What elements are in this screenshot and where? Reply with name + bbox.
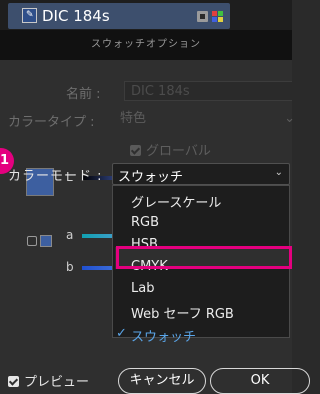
preview-label: プレビュー — [24, 375, 90, 390]
global-checkbox[interactable] — [130, 145, 141, 156]
menu-item-web-safe-rgb[interactable]: Web セーフ RGB — [131, 303, 234, 322]
swatch-list-bar: ✎ DIC 184s — [0, 0, 292, 30]
gamut-swatch[interactable] — [40, 235, 52, 247]
lab-a-slider[interactable] — [82, 234, 112, 238]
chevron-down-icon: ⌄ — [274, 167, 283, 178]
preview-checkbox-row[interactable]: プレビュー — [8, 371, 89, 390]
cmyk-highlight-box — [116, 246, 292, 269]
preview-checkbox[interactable] — [8, 376, 19, 387]
swatch-row-selected[interactable]: ✎ DIC 184s — [8, 3, 230, 29]
menu-item-rgb[interactable]: RGB — [131, 215, 159, 230]
lab-b-slider[interactable] — [82, 266, 112, 270]
color-model-icon — [212, 11, 223, 22]
menu-item-swatch-label: スウォッチ — [131, 330, 197, 345]
pencil-icon: ✎ — [26, 10, 34, 20]
color-mode-select[interactable]: スウォッチ ⌄ — [112, 163, 290, 185]
chevron-down-icon: ⌄ — [284, 111, 295, 126]
ok-button[interactable]: OK — [210, 368, 310, 394]
checkmark-icon: ✓ — [116, 326, 127, 341]
color-type-label: カラータイプ : — [8, 115, 95, 130]
out-of-gamut-cube-icon[interactable] — [27, 236, 37, 246]
dialog-title: スウォッチオプション — [0, 30, 292, 60]
swatch-chip: ✎ — [22, 8, 37, 23]
cancel-button[interactable]: キャンセル — [118, 368, 206, 394]
color-type-select[interactable]: 特色 ⌄ — [116, 108, 295, 130]
swatch-name: DIC 184s — [42, 7, 110, 25]
menu-item-grayscale[interactable]: グレースケール — [131, 192, 221, 211]
global-label: グローバル — [146, 144, 211, 159]
lab-a-label: a — [66, 228, 74, 242]
color-mode-value: スウォッチ — [118, 170, 184, 185]
global-checkbox-row[interactable]: グローバル — [130, 140, 211, 159]
name-field[interactable]: DIC 184s — [124, 81, 292, 101]
menu-item-lab[interactable]: Lab — [131, 281, 154, 296]
name-label: 名前 : — [66, 87, 101, 102]
lab-b-label: b — [66, 260, 74, 274]
spot-color-icon — [197, 11, 208, 22]
color-type-value: 特色 — [120, 111, 147, 126]
color-mode-label: カラーモード : — [8, 169, 103, 184]
menu-item-swatch[interactable]: ✓ スウォッチ — [116, 326, 197, 345]
